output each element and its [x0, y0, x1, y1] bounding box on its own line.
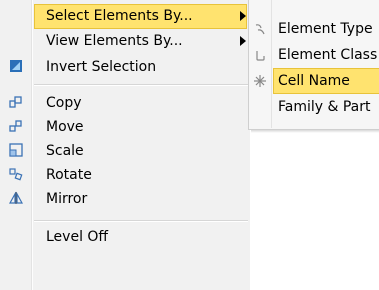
- menu-separator-highlight: [34, 221, 248, 222]
- element-class-icon: [253, 48, 267, 62]
- submenu-arrow-icon: [240, 11, 246, 21]
- menu-item-level-off[interactable]: Level Off: [0, 225, 250, 250]
- cell-name-icon: [253, 74, 267, 88]
- menu-item-mirror[interactable]: Mirror: [0, 187, 250, 212]
- menu-separator-highlight: [34, 85, 248, 86]
- submenu-item-cell-name[interactable]: Cell Name: [249, 68, 379, 94]
- menu-item-move[interactable]: Move: [0, 115, 250, 140]
- submenu-item-label: Element Class: [278, 47, 378, 63]
- menu-item-select-elements-by[interactable]: Select Elements By...: [0, 4, 250, 29]
- element-type-icon: [253, 22, 267, 36]
- menu-item-label: Copy: [46, 95, 82, 111]
- submenu-arrow-icon: [240, 36, 246, 46]
- menu-item-label: Level Off: [46, 229, 109, 245]
- menu-item-label: Invert Selection: [46, 59, 157, 75]
- menu-item-scale[interactable]: Scale: [0, 139, 250, 164]
- submenu-shadow: [251, 130, 379, 133]
- submenu-item-element-type[interactable]: Element Type: [249, 16, 379, 42]
- menu-item-label: Move: [46, 119, 84, 135]
- submenu-item-label: Element Type: [278, 21, 373, 37]
- submenu-item-label: Family & Part: [278, 99, 371, 115]
- submenu-select-elements-by: Element Type Element Class Cell Name Fam…: [248, 0, 379, 130]
- rotate-icon: [9, 167, 23, 181]
- copy-icon: [9, 95, 23, 109]
- submenu-item-label: Cell Name: [278, 73, 350, 89]
- submenu-item-family-part[interactable]: Family & Part: [249, 94, 379, 120]
- menu-item-invert-selection[interactable]: Invert Selection: [0, 55, 250, 80]
- context-menu: Select Elements By... View Elements By..…: [0, 0, 250, 290]
- menu-item-label: Scale: [46, 143, 84, 159]
- invert-selection-icon: [9, 59, 23, 73]
- menu-item-label: Select Elements By...: [46, 8, 193, 24]
- menu-item-label: View Elements By...: [46, 33, 183, 49]
- menu-item-label: Rotate: [46, 167, 92, 183]
- menu-item-copy[interactable]: Copy: [0, 91, 250, 116]
- menu-item-rotate[interactable]: Rotate: [0, 163, 250, 188]
- move-icon: [9, 119, 23, 133]
- scale-icon: [9, 143, 23, 157]
- mirror-icon: [8, 191, 24, 205]
- menu-item-view-elements-by[interactable]: View Elements By...: [0, 29, 250, 54]
- submenu-item-element-class[interactable]: Element Class: [249, 42, 379, 68]
- menu-item-label: Mirror: [46, 191, 88, 207]
